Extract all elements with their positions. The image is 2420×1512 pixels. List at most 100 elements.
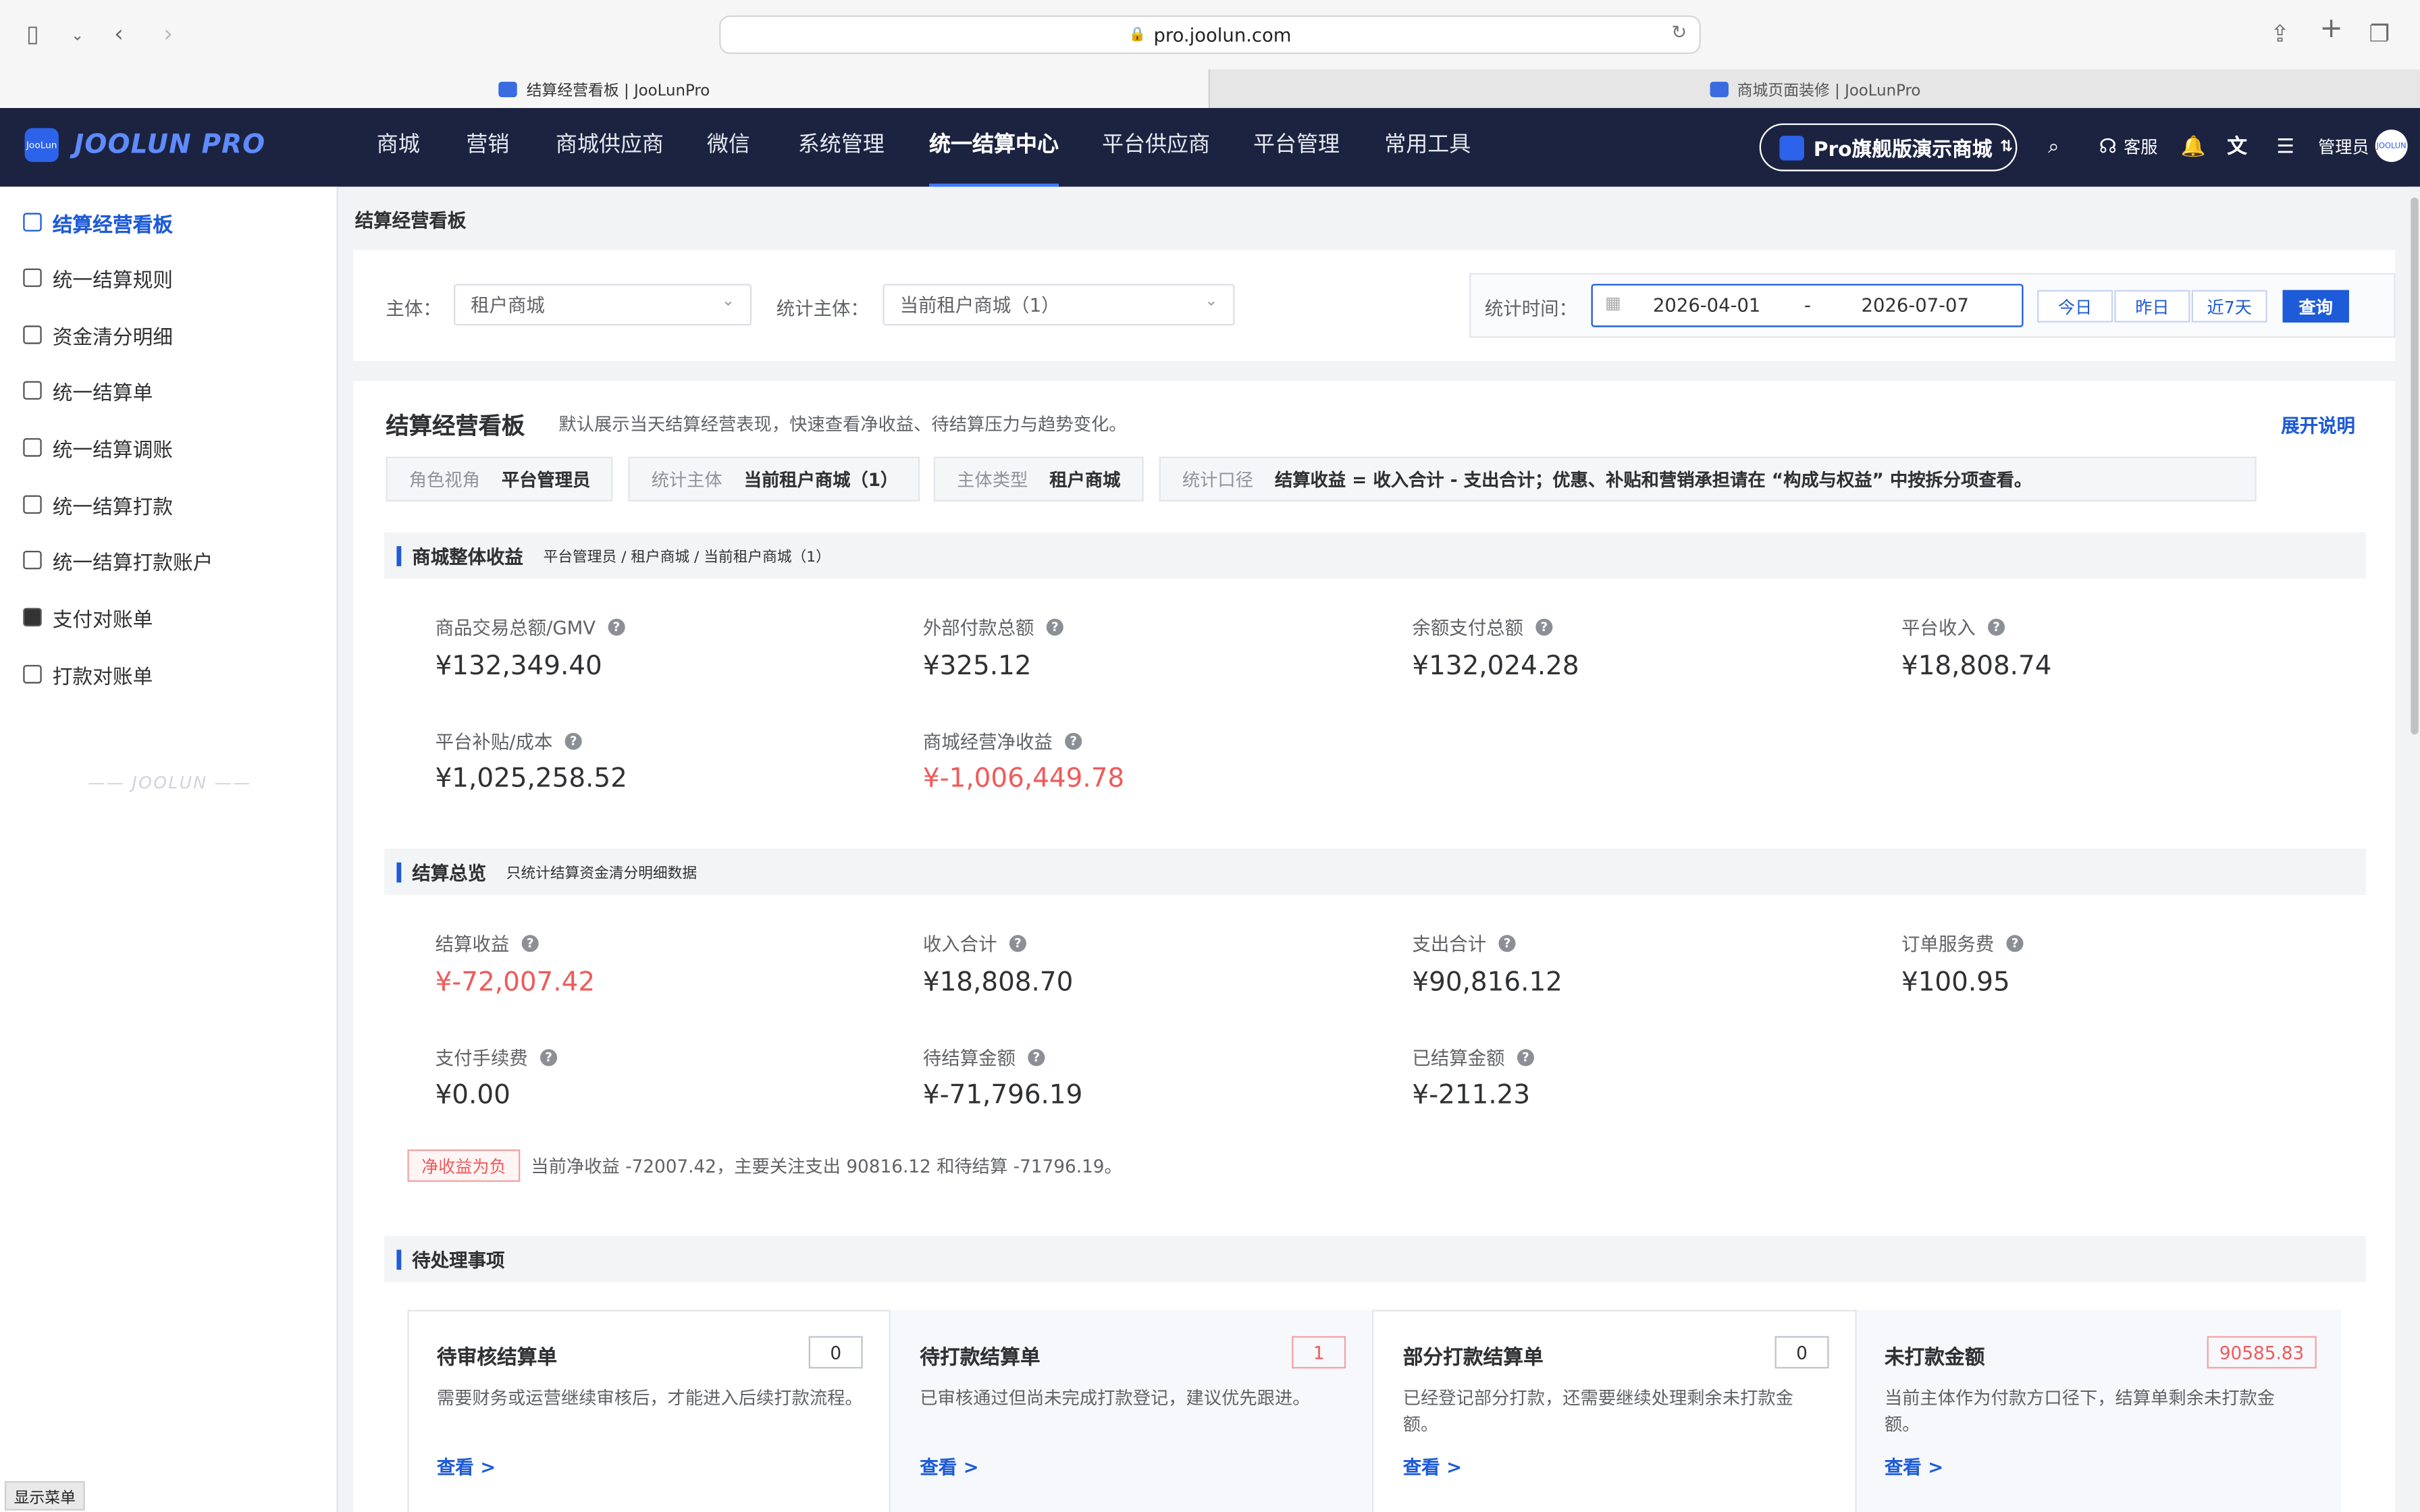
date-end[interactable]: 2026-07-07 (1862, 295, 1969, 317)
help-icon[interactable]: ? (2006, 935, 2024, 952)
help-icon[interactable]: ? (1046, 618, 1063, 636)
sidebar-item-payout-statement[interactable]: 打款对账单 (23, 659, 153, 690)
adjust-icon (23, 438, 42, 457)
nav-mall[interactable]: 商城 (377, 108, 420, 187)
help-icon[interactable]: ? (1009, 935, 1027, 952)
shop-switch-button[interactable]: Pro旗舰版演示商城 ⇅ (1759, 123, 2018, 171)
chip-value: 结算收益 = 收入合计 - 支出合计；优惠、补贴和营销承担请在 “构成与权益” … (1274, 468, 2032, 490)
metric-label-mall-net: 商城经营净收益? (923, 728, 1082, 755)
today-button[interactable]: 今日 (2037, 290, 2113, 323)
forward-icon[interactable]: › (163, 18, 173, 49)
search-icon[interactable]: ⌕ (2048, 134, 2059, 161)
metric-value-platform-subsidy: ¥1,025,258.52 (435, 763, 627, 795)
chip-value: 租户商城 (1049, 468, 1121, 490)
statement-icon (23, 665, 42, 684)
sidebar-item-label: 结算经营看板 (52, 213, 174, 237)
translate-icon[interactable]: 文 (2227, 134, 2247, 161)
todo-count: 1 (1292, 1336, 1346, 1369)
reload-icon[interactable]: ↻ (1671, 22, 1687, 43)
todo-view-link[interactable]: 查看 > (437, 1453, 496, 1480)
todo-title: 待打款结算单 (920, 1347, 1041, 1370)
subject-select[interactable]: 租户商城 ⌄ (453, 284, 752, 326)
service-label[interactable]: 客服 (2124, 134, 2157, 161)
bell-icon[interactable]: 🔔 (2181, 134, 2206, 161)
avatar[interactable]: JOOLUN (2375, 129, 2408, 162)
show-menu-button[interactable]: 显示菜单 (4, 1481, 85, 1511)
help-icon[interactable]: ? (1065, 732, 1082, 750)
label-text: 订单服务费 (1901, 933, 1995, 955)
tab-overview-icon[interactable]: ❐ (2369, 18, 2390, 49)
sidebar-item-settlement-rules[interactable]: 统一结算规则 (23, 263, 173, 294)
help-icon[interactable]: ? (608, 618, 625, 636)
board-title: 结算经营看板 (386, 412, 525, 440)
back-icon[interactable]: ‹ (114, 18, 124, 49)
help-icon[interactable]: ? (1517, 1049, 1535, 1066)
sidebar-item-settlement-payout[interactable]: 统一结算打款 (23, 489, 173, 520)
nav-platform-management[interactable]: 平台管理 (1253, 108, 1340, 187)
sidebar-item-label: 统一结算打款账户 (52, 551, 213, 575)
metric-label-order-service-fee: 订单服务费? (1901, 930, 2024, 956)
todo-view-link[interactable]: 查看 > (1403, 1453, 1462, 1480)
sidebar-item-settlement-adjust[interactable]: 统一结算调账 (23, 432, 173, 463)
page-title: 结算经营看板 (354, 209, 467, 232)
section-marker (396, 545, 402, 566)
help-icon[interactable]: ? (540, 1049, 558, 1066)
headset-icon[interactable]: ☊ (2099, 134, 2117, 161)
help-icon[interactable]: ? (564, 732, 582, 750)
book-icon (23, 550, 42, 570)
lock-icon: 🔒 (1128, 26, 1147, 43)
label-text: 支出合计 (1412, 933, 1487, 955)
board-icon (23, 213, 42, 232)
new-tab-icon[interactable]: + (2319, 13, 2342, 45)
sidebar-item-payout-accounts[interactable]: 统一结算打款账户 (23, 545, 213, 576)
metric-value-expense-total: ¥90,816.12 (1412, 967, 1562, 998)
sidebar-item-settlement-orders[interactable]: 统一结算单 (23, 375, 153, 406)
todo-count: 0 (1774, 1336, 1829, 1369)
scrollbar-thumb[interactable] (2411, 197, 2419, 734)
share-icon[interactable]: ⇪ (2270, 18, 2290, 49)
shop-logo-icon (1779, 134, 1804, 160)
nav-platform-supplier[interactable]: 平台供应商 (1102, 108, 1210, 187)
expand-description-link[interactable]: 展开说明 (2281, 412, 2355, 438)
date-range-picker[interactable]: ▦ 2026-04-01 - 2026-07-07 (1591, 284, 2024, 327)
nav-settlement-center[interactable]: 统一结算中心 (928, 108, 1059, 187)
help-icon[interactable]: ? (1028, 1049, 1045, 1066)
metric-label-platform-subsidy: 平台补贴/成本? (436, 728, 582, 755)
sidebar-item-fund-details[interactable]: 资金清分明细 (23, 319, 173, 350)
nav-wechat[interactable]: 微信 (707, 108, 750, 187)
section-settlement-overview: 结算总览 只统计结算资金清分明细数据 (384, 848, 2366, 895)
todo-view-link[interactable]: 查看 > (1885, 1453, 1943, 1480)
nav-system[interactable]: 系统管理 (798, 108, 885, 187)
sidebar-item-label: 统一结算打款 (52, 495, 174, 520)
nav-mall-supplier[interactable]: 商城供应商 (556, 108, 664, 187)
alipay-icon (23, 608, 42, 626)
chip-key: 统计主体 (651, 468, 722, 490)
query-button[interactable]: 查询 (2282, 290, 2349, 323)
address-bar[interactable]: 🔒 pro.joolun.com ↻ (719, 15, 1701, 54)
last-7-days-button[interactable]: 近7天 (2191, 290, 2267, 323)
sidebar-item-settlement-board[interactable]: 结算经营看板 (23, 207, 173, 238)
chip-stat-caliber: 统计口径 结算收益 = 收入合计 - 支出合计；优惠、补贴和营销承担请在 “构成与… (1159, 456, 2257, 502)
sidebar-toggle-icon[interactable]: ▯ (26, 18, 39, 49)
sidebar-item-payment-statement[interactable]: 支付对账单 (23, 601, 153, 632)
todo-view-link[interactable]: 查看 > (920, 1453, 978, 1480)
chip-role: 角色视角 平台管理员 (386, 456, 613, 502)
app-logo[interactable]: JooLun (24, 128, 59, 162)
browser-tab-inactive[interactable]: 商城页面装修 | JooLunPro (1208, 69, 2420, 108)
help-icon[interactable]: ? (1535, 618, 1553, 636)
date-start[interactable]: 2026-04-01 (1653, 295, 1760, 317)
todo-title: 待审核结算单 (436, 1347, 558, 1370)
help-icon[interactable]: ? (1498, 935, 1516, 952)
stat-subject-select[interactable]: 当前租户商城（1） ⌄ (883, 284, 1235, 326)
nav-marketing[interactable]: 营销 (466, 108, 509, 187)
user-label[interactable]: 管理员 (2318, 134, 2369, 161)
nav-tools[interactable]: 常用工具 (1384, 108, 1471, 187)
help-icon[interactable]: ? (1988, 618, 2005, 636)
browser-tab-active[interactable]: 结算经营看板 | JooLunPro (0, 69, 1209, 108)
yesterday-button[interactable]: 昨日 (2114, 290, 2190, 323)
chevron-down-icon[interactable]: ⌄ (71, 22, 84, 53)
chip-key: 统计口径 (1182, 468, 1253, 490)
chip-value: 平台管理员 (501, 468, 591, 490)
help-icon[interactable]: ? (521, 935, 539, 952)
message-icon[interactable]: ☰ (2276, 134, 2294, 161)
